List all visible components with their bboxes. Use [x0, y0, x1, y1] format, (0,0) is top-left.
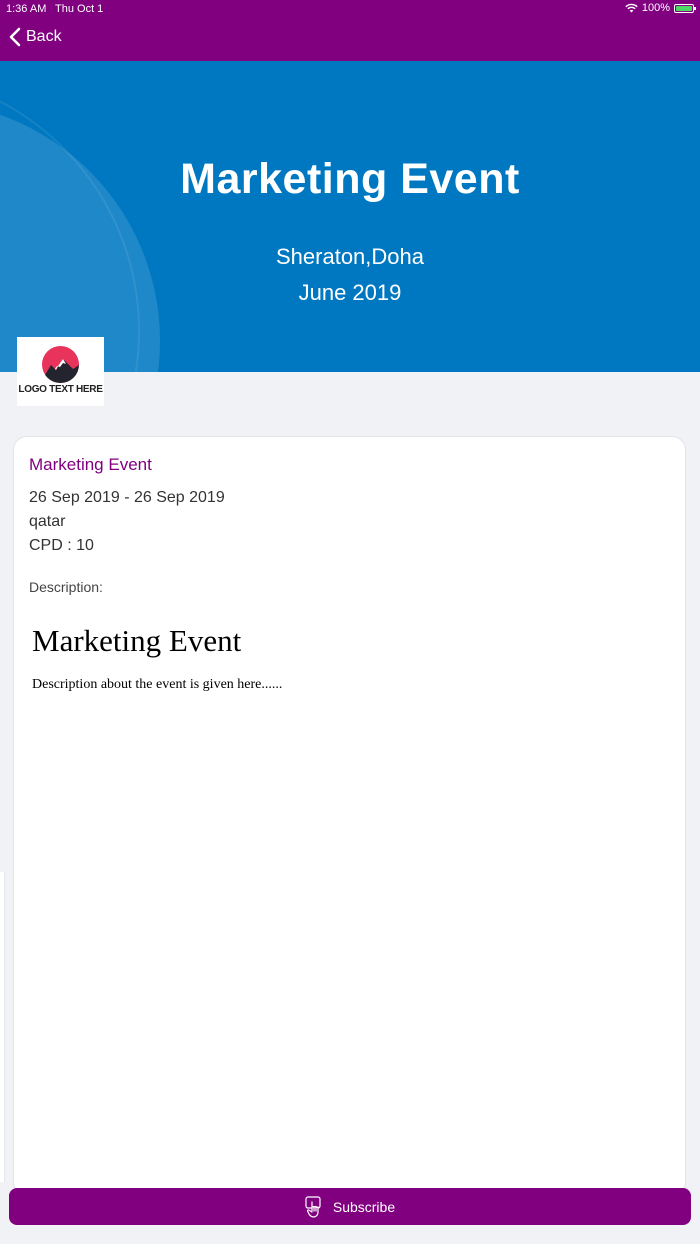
event-location: qatar — [29, 513, 66, 530]
banner-location: Sheraton,Doha — [276, 244, 424, 269]
logo-text: LOGO TEXT HERE — [18, 384, 103, 395]
status-time: 1:36 AM — [6, 3, 47, 15]
top-bar: 1:36 AM Thu Oct 1 100% Back — [0, 0, 700, 61]
battery-percent: 100% — [641, 2, 670, 14]
banner-title: Marketing Event — [180, 155, 520, 203]
scroll-edge — [0, 872, 5, 1182]
status-bar: 1:36 AM Thu Oct 1 100% — [0, 0, 700, 18]
description-body: Description about the event is given her… — [32, 677, 283, 692]
status-indicators: 100% — [625, 2, 696, 14]
back-label: Back — [26, 28, 62, 45]
description-label: Description: — [29, 579, 103, 595]
subscribe-label: Subscribe — [332, 1198, 396, 1215]
wifi-icon — [625, 3, 638, 13]
battery-icon — [674, 3, 696, 13]
event-dates: 26 Sep 2019 - 26 Sep 2019 — [29, 489, 225, 506]
banner-date: June 2019 — [298, 280, 402, 305]
back-button[interactable]: Back — [8, 27, 62, 47]
event-details-card: Marketing Event 26 Sep 2019 - 26 Sep 201… — [13, 436, 686, 1196]
event-cpd: CPD : 10 — [29, 537, 94, 554]
status-date: Thu Oct 1 — [55, 3, 104, 15]
subscribe-button[interactable]: Subscribe — [9, 1188, 691, 1225]
chevron-left-icon — [9, 27, 21, 47]
touch-hand-icon — [305, 1195, 321, 1218]
organizer-logo: LOGO TEXT HERE — [17, 337, 104, 406]
event-banner: Marketing Event Sheraton,Doha June 2019 — [0, 61, 700, 372]
event-title: Marketing Event — [29, 455, 152, 474]
description-heading: Marketing Event — [32, 623, 242, 658]
mountain-logo-icon — [42, 346, 79, 383]
